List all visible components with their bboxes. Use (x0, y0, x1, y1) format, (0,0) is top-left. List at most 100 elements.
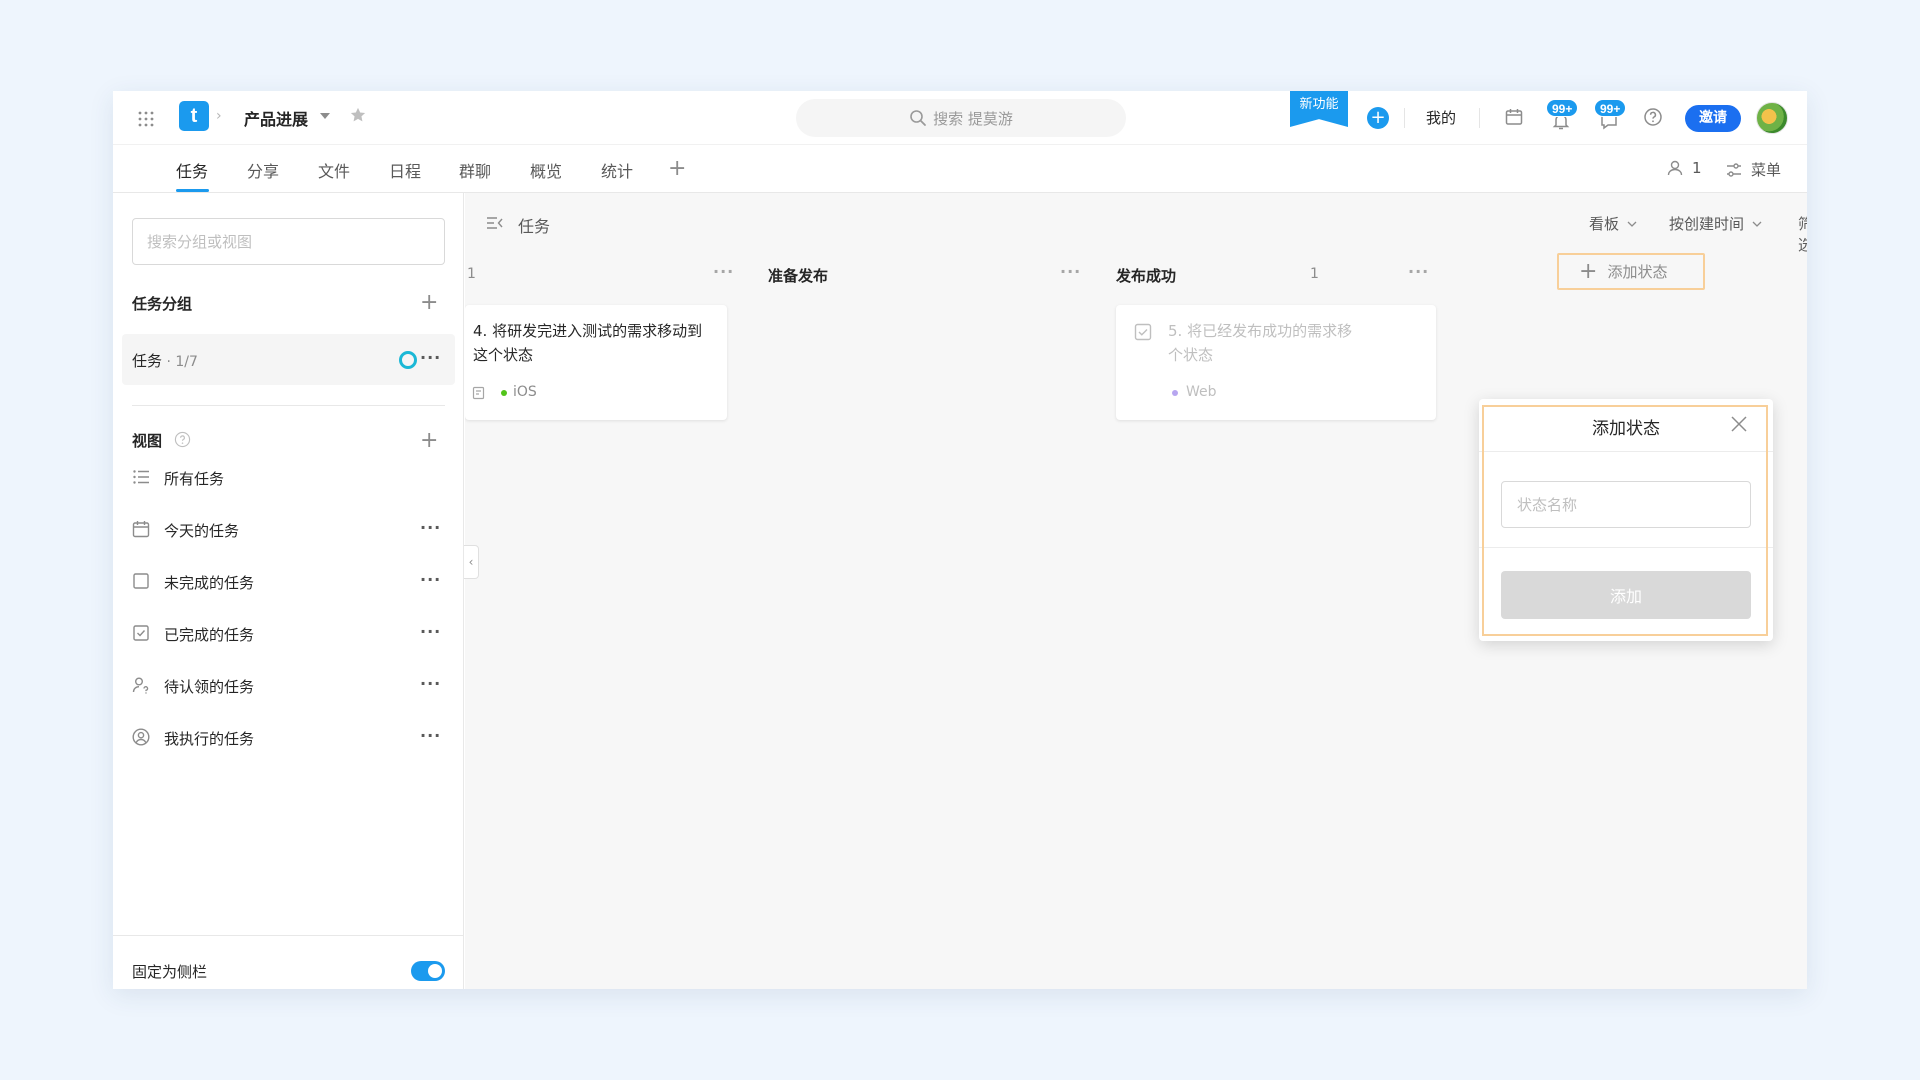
view-my-tasks[interactable]: 我执行的任务 ··· (132, 723, 452, 753)
view-today-tasks[interactable]: 今天的任务 ··· (132, 515, 452, 545)
mine-link[interactable]: 我的 (1426, 107, 1456, 128)
calendar-icon[interactable] (1504, 107, 1524, 127)
members-button[interactable]: 1 (1666, 159, 1702, 177)
view-mode-dropdown[interactable]: 看板 (1589, 213, 1637, 234)
popover-divider (1479, 451, 1773, 452)
sidebar-divider (132, 405, 445, 406)
sliders-icon (1727, 162, 1741, 177)
user-avatar[interactable] (1756, 102, 1788, 134)
view-label: 已完成的任务 (164, 626, 255, 644)
view-completed-tasks[interactable]: 已完成的任务 ··· (132, 619, 452, 649)
divider (1479, 108, 1480, 128)
card-title-line: 4. 将研发完进入测试的需求移动到 (473, 322, 703, 340)
view-more-button[interactable]: ··· (420, 570, 441, 589)
user-question-icon (132, 677, 149, 694)
popover-title: 添加状态 (1592, 419, 1660, 439)
view-more-button[interactable]: ··· (420, 674, 441, 693)
divider (1404, 108, 1405, 128)
pin-sidebar-label: 固定为侧栏 (132, 963, 208, 981)
progress-ring-icon (399, 351, 417, 369)
tab-schedule[interactable]: 日程 (389, 158, 421, 182)
quick-create-button[interactable]: + (1367, 107, 1389, 129)
sidebar: 任务分组 + 任务 · 1/7 ··· 视图 + 所有任务 今天的任务 ··· … (113, 193, 464, 989)
view-label: 所有任务 (164, 470, 225, 488)
task-group-label: 任务 · 1/7 (132, 350, 198, 371)
views-heading: 视图 (132, 432, 163, 450)
search-text: 搜索 提莫游 (933, 109, 1013, 128)
tab-overview[interactable]: 概览 (530, 158, 562, 182)
view-mode-label: 看板 (1589, 215, 1620, 233)
help-icon[interactable] (174, 431, 191, 448)
group-view-search-input[interactable] (132, 218, 445, 265)
app-grid-icon[interactable] (137, 110, 155, 128)
calendar-icon (132, 521, 150, 538)
sidebar-footer-divider (113, 935, 464, 936)
view-unclaimed-tasks[interactable]: 待认领的任务 ··· (132, 671, 452, 701)
star-icon[interactable] (349, 106, 367, 124)
status-name-input[interactable] (1501, 481, 1751, 528)
checked-box-icon[interactable] (1134, 323, 1152, 341)
tab-group-chat[interactable]: 群聊 (459, 158, 491, 182)
filter-dropdown[interactable]: 筛选 (1798, 213, 1807, 255)
new-feature-ribbon[interactable]: 新功能 (1290, 91, 1348, 127)
sidebar-collapse-handle[interactable]: ‹ (464, 545, 479, 579)
view-incomplete-tasks[interactable]: 未完成的任务 ··· (132, 567, 452, 597)
column-more-button[interactable]: ··· (1408, 262, 1429, 281)
pin-sidebar-toggle[interactable] (411, 961, 445, 981)
filter-label: 筛选 (1798, 215, 1807, 254)
view-all-tasks[interactable]: 所有任务 (132, 463, 452, 493)
view-more-button[interactable]: ··· (420, 726, 441, 745)
collapse-sidebar-icon[interactable] (486, 215, 504, 231)
help-circle-icon[interactable] (1643, 107, 1663, 127)
add-group-button[interactable]: + (420, 292, 438, 314)
menu-label: 菜单 (1751, 161, 1782, 179)
board-title: 任务 (518, 217, 551, 236)
view-more-button[interactable]: ··· (420, 518, 441, 537)
top-bar: t › 产品进展 搜索 提莫游 新功能 + 我的 99+ 99+ 邀请 (113, 91, 1807, 145)
tag-dot (1172, 390, 1178, 396)
view-label: 待认领的任务 (164, 678, 255, 696)
column-title: 发布成功 (1116, 267, 1177, 285)
sort-dropdown[interactable]: 按创建时间 (1669, 213, 1762, 234)
add-status-submit-button[interactable]: 添加 (1501, 571, 1751, 619)
close-icon[interactable] (1730, 415, 1748, 433)
project-name[interactable]: 产品进展 (244, 106, 308, 130)
app-logo[interactable]: t (179, 101, 209, 131)
notification-badge: 99+ (1546, 99, 1579, 117)
column-more-button[interactable]: ··· (1060, 262, 1081, 281)
tab-statistics[interactable]: 统计 (601, 158, 633, 182)
view-more-button[interactable]: ··· (420, 622, 441, 641)
sort-label: 按创建时间 (1669, 215, 1745, 233)
task-card[interactable]: 4. 将研发完进入测试的需求移动到 这个状态 iOS (465, 305, 727, 420)
caret-down-icon[interactable] (320, 112, 330, 120)
checked-box-icon (133, 625, 149, 641)
member-count: 1 (1692, 159, 1702, 177)
add-status-button[interactable]: + 添加状态 (1557, 253, 1705, 290)
add-tab-button[interactable]: + (668, 156, 686, 181)
popover-divider (1479, 547, 1773, 548)
group-more-button[interactable]: ··· (420, 348, 441, 367)
card-title-line: 这个状态 (473, 346, 534, 364)
task-group-count: · 1/7 (162, 354, 198, 370)
add-view-button[interactable]: + (420, 430, 438, 452)
view-label: 未完成的任务 (164, 574, 255, 592)
search-icon (910, 110, 927, 126)
tab-share[interactable]: 分享 (247, 158, 279, 182)
add-status-popover: 添加状态 添加 (1479, 399, 1773, 641)
task-card[interactable]: 5. 将已经发布成功的需求移 个状态 Web (1116, 305, 1436, 420)
global-search[interactable]: 搜索 提莫游 (796, 99, 1126, 137)
checkbox-icon (133, 573, 149, 589)
chevron-down-icon (1752, 221, 1762, 227)
task-groups-heading: 任务分组 (132, 295, 193, 313)
message-badge: 99+ (1594, 99, 1627, 117)
invite-button[interactable]: 邀请 (1685, 105, 1741, 132)
task-group-name: 任务 (132, 352, 163, 370)
menu-button[interactable]: 菜单 (1725, 159, 1781, 180)
tag-dot (501, 390, 507, 396)
tab-tasks[interactable]: 任务 (176, 158, 208, 182)
card-title-line: 个状态 (1168, 346, 1214, 364)
column-more-button[interactable]: ··· (713, 262, 734, 281)
task-group-item[interactable]: 任务 · 1/7 ··· (122, 334, 455, 385)
tab-files[interactable]: 文件 (318, 158, 350, 182)
plus-icon: + (1579, 258, 1598, 284)
